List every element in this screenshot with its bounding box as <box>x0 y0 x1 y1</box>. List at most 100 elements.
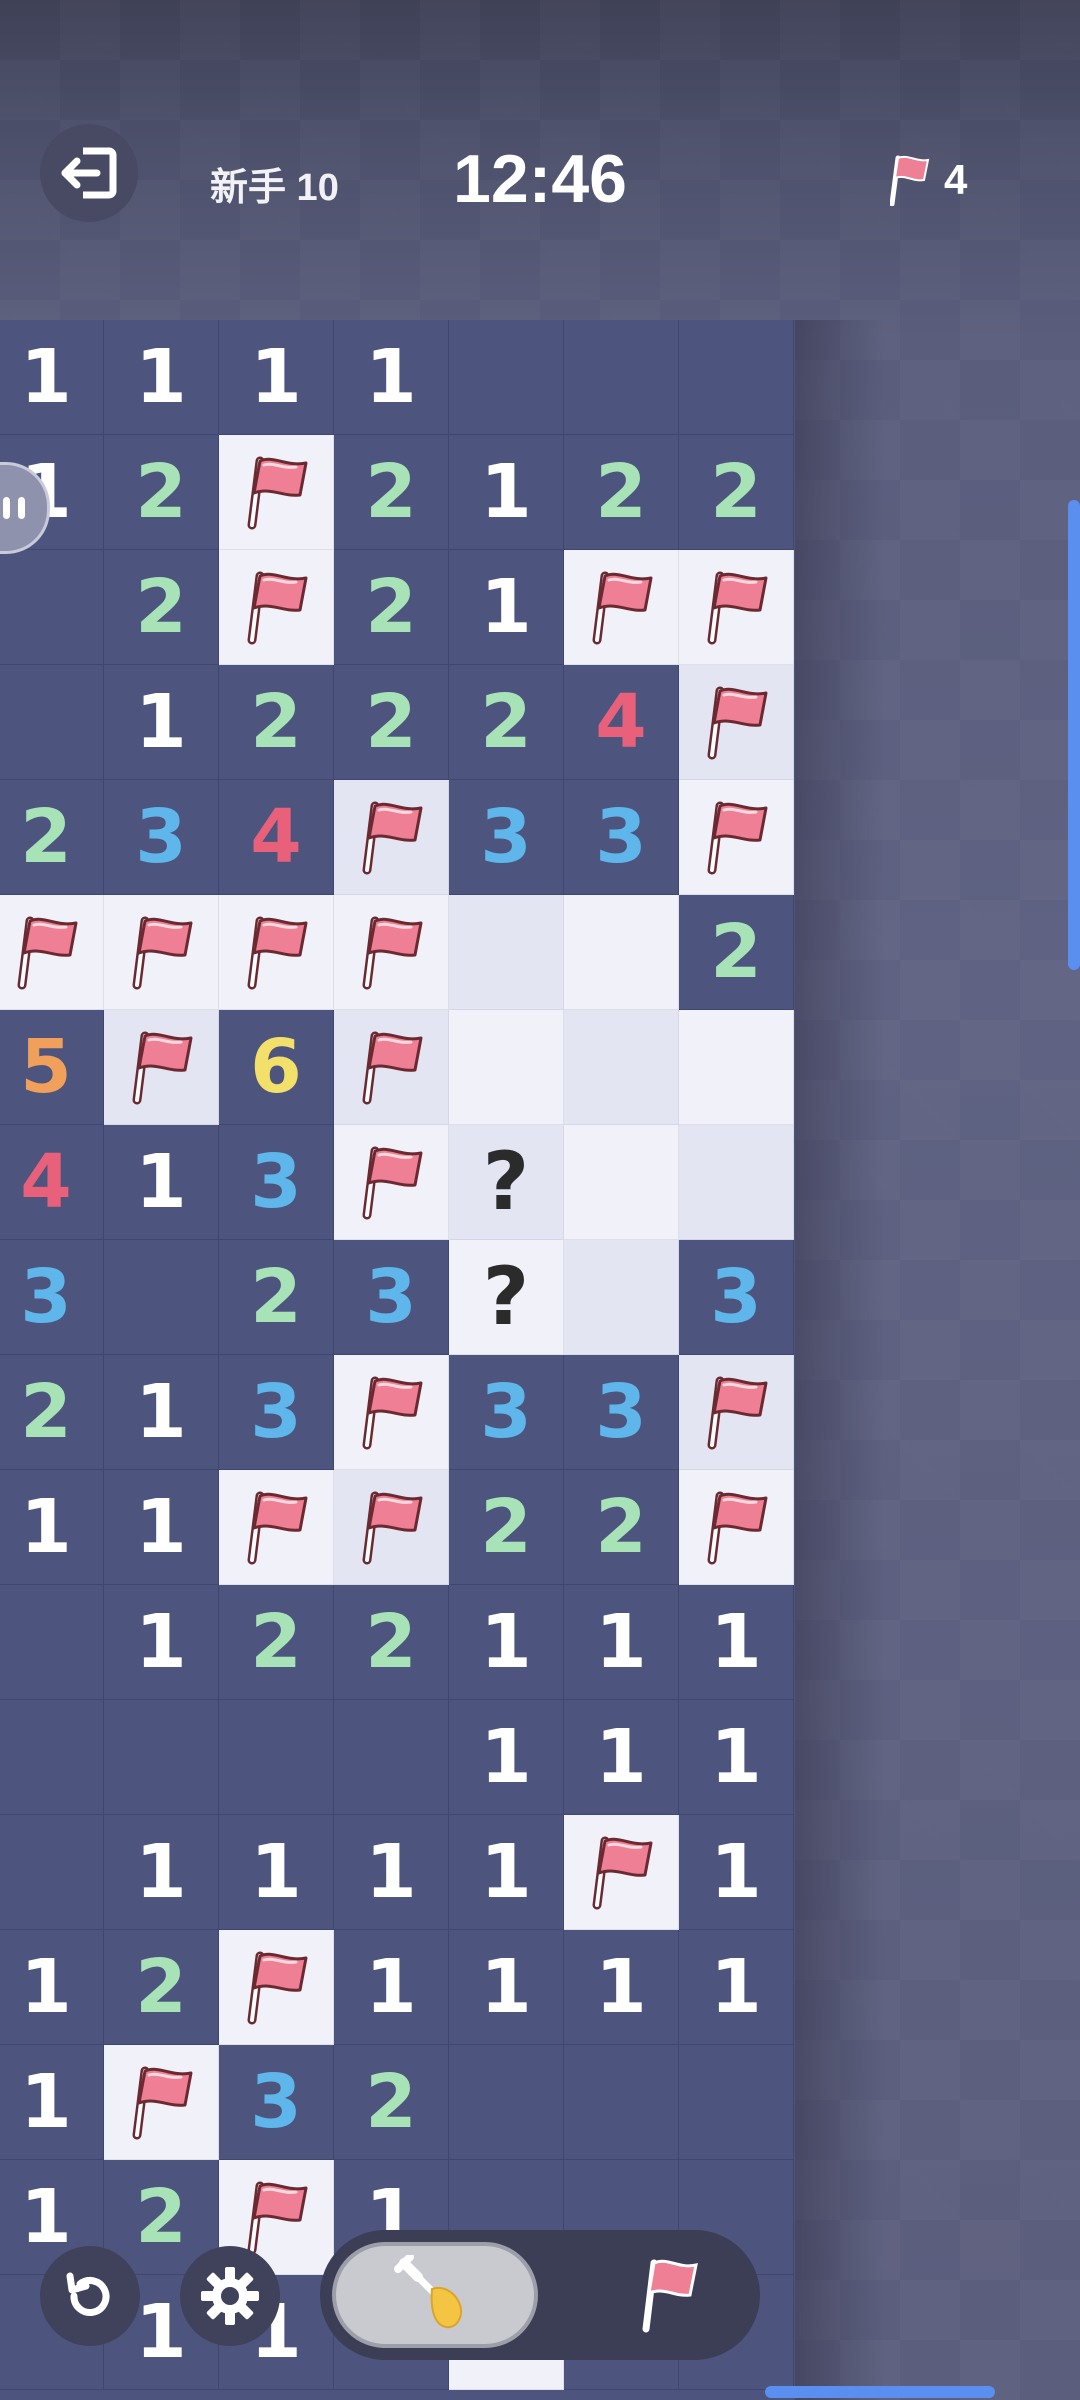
unrevealed-cell[interactable] <box>564 1010 679 1125</box>
board-cell[interactable]: 2 <box>449 665 564 780</box>
board-cell[interactable] <box>219 1700 334 1815</box>
flagged-cell[interactable] <box>334 780 449 895</box>
board-cell[interactable]: 2 <box>334 2045 449 2160</box>
settings-button[interactable] <box>180 2246 280 2346</box>
board-cell[interactable]: 1 <box>334 1815 449 1930</box>
board-cell[interactable]: 2 <box>564 1470 679 1585</box>
horizontal-scrollbar[interactable] <box>765 2386 995 2398</box>
board-cell[interactable] <box>679 320 794 435</box>
unrevealed-cell[interactable] <box>679 1125 794 1240</box>
board-cell[interactable]: 1 <box>0 1930 104 2045</box>
board-cell[interactable]: 1 <box>219 320 334 435</box>
board-cell[interactable]: 5 <box>0 1010 104 1125</box>
board-cell[interactable]: 3 <box>449 780 564 895</box>
unrevealed-cell[interactable] <box>449 895 564 1010</box>
board-cell[interactable] <box>0 1815 104 1930</box>
board-cell[interactable]: 1 <box>679 1930 794 2045</box>
unrevealed-cell[interactable] <box>564 1125 679 1240</box>
flagged-cell[interactable] <box>0 895 104 1010</box>
board-cell[interactable] <box>0 550 104 665</box>
board-cell[interactable]: 3 <box>334 1240 449 1355</box>
board-cell[interactable] <box>0 1585 104 1700</box>
board-cell[interactable]: 1 <box>449 1930 564 2045</box>
board-cell[interactable]: 2 <box>104 1930 219 2045</box>
board-cell[interactable]: 1 <box>219 1815 334 1930</box>
board-cell[interactable]: 2 <box>219 1240 334 1355</box>
flagged-cell[interactable] <box>564 550 679 665</box>
board-cell[interactable]: 1 <box>334 320 449 435</box>
board-cell[interactable]: 2 <box>104 550 219 665</box>
flagged-cell[interactable] <box>334 1355 449 1470</box>
board-cell[interactable] <box>679 2045 794 2160</box>
question-mark-cell[interactable]: ? <box>449 1125 564 1240</box>
board-cell[interactable]: 2 <box>679 895 794 1010</box>
board-cell[interactable]: 1 <box>104 1470 219 1585</box>
flagged-cell[interactable] <box>679 1355 794 1470</box>
board-cell[interactable]: 1 <box>104 1815 219 1930</box>
board-cell[interactable]: 1 <box>104 1125 219 1240</box>
flagged-cell[interactable] <box>334 895 449 1010</box>
flagged-cell[interactable] <box>104 2045 219 2160</box>
board-cell[interactable]: 2 <box>219 1585 334 1700</box>
flagged-cell[interactable] <box>219 550 334 665</box>
board-cell[interactable] <box>449 2045 564 2160</box>
flagged-cell[interactable] <box>679 780 794 895</box>
board-cell[interactable]: 3 <box>219 2045 334 2160</box>
board-cell[interactable]: 1 <box>0 320 104 435</box>
board-cell[interactable]: 2 <box>334 435 449 550</box>
flagged-cell[interactable] <box>219 895 334 1010</box>
board-cell[interactable]: 2 <box>679 435 794 550</box>
board-cell[interactable]: 1 <box>449 1585 564 1700</box>
board-cell[interactable]: 1 <box>564 1700 679 1815</box>
board-cell[interactable]: 3 <box>564 1355 679 1470</box>
flagged-cell[interactable] <box>219 435 334 550</box>
board-cell[interactable]: 1 <box>104 320 219 435</box>
board-cell[interactable]: 1 <box>449 1700 564 1815</box>
board-cell[interactable]: 4 <box>219 780 334 895</box>
undo-button[interactable] <box>40 2246 140 2346</box>
board-cell[interactable]: 3 <box>679 1240 794 1355</box>
board-cell[interactable] <box>104 1240 219 1355</box>
board-cell[interactable]: 6 <box>219 1010 334 1125</box>
board-cell[interactable]: 2 <box>449 1470 564 1585</box>
board-cell[interactable] <box>0 665 104 780</box>
unrevealed-cell[interactable] <box>564 895 679 1010</box>
board-cell[interactable]: 2 <box>334 665 449 780</box>
board-cell[interactable]: 1 <box>104 1355 219 1470</box>
board-cell[interactable]: 3 <box>449 1355 564 1470</box>
board-cell[interactable] <box>564 2045 679 2160</box>
board-cell[interactable]: 3 <box>219 1125 334 1240</box>
board-cell[interactable]: 4 <box>0 1125 104 1240</box>
flag-mode-button[interactable] <box>600 2242 740 2348</box>
exit-button[interactable] <box>40 124 138 222</box>
board-cell[interactable] <box>0 1700 104 1815</box>
board-cell[interactable]: 2 <box>219 665 334 780</box>
vertical-scrollbar[interactable] <box>1068 500 1080 970</box>
flagged-cell[interactable] <box>219 1470 334 1585</box>
flagged-cell[interactable] <box>334 1470 449 1585</box>
board-cell[interactable]: 2 <box>564 435 679 550</box>
flagged-cell[interactable] <box>104 895 219 1010</box>
board-cell[interactable]: 2 <box>104 435 219 550</box>
board-cell[interactable]: 2 <box>0 780 104 895</box>
flagged-cell[interactable] <box>679 550 794 665</box>
board-cell[interactable]: 1 <box>0 2045 104 2160</box>
board-cell[interactable] <box>334 1700 449 1815</box>
flagged-cell[interactable] <box>104 1010 219 1125</box>
board-cell[interactable]: 1 <box>564 1930 679 2045</box>
flagged-cell[interactable] <box>334 1010 449 1125</box>
question-mark-cell[interactable]: ? <box>449 1240 564 1355</box>
board-cell[interactable]: 4 <box>564 665 679 780</box>
board-cell[interactable] <box>564 320 679 435</box>
board-cell[interactable]: 1 <box>104 1585 219 1700</box>
board-cell[interactable]: 1 <box>679 1585 794 1700</box>
flagged-cell[interactable] <box>679 1470 794 1585</box>
flagged-cell[interactable] <box>564 1815 679 1930</box>
board-cell[interactable]: 1 <box>449 1815 564 1930</box>
unrevealed-cell[interactable] <box>564 1240 679 1355</box>
board-cell[interactable]: 1 <box>449 550 564 665</box>
board-cell[interactable] <box>449 320 564 435</box>
board-cell[interactable]: 2 <box>334 1585 449 1700</box>
board-cell[interactable]: 1 <box>104 665 219 780</box>
board-cell[interactable]: 1 <box>679 1815 794 1930</box>
